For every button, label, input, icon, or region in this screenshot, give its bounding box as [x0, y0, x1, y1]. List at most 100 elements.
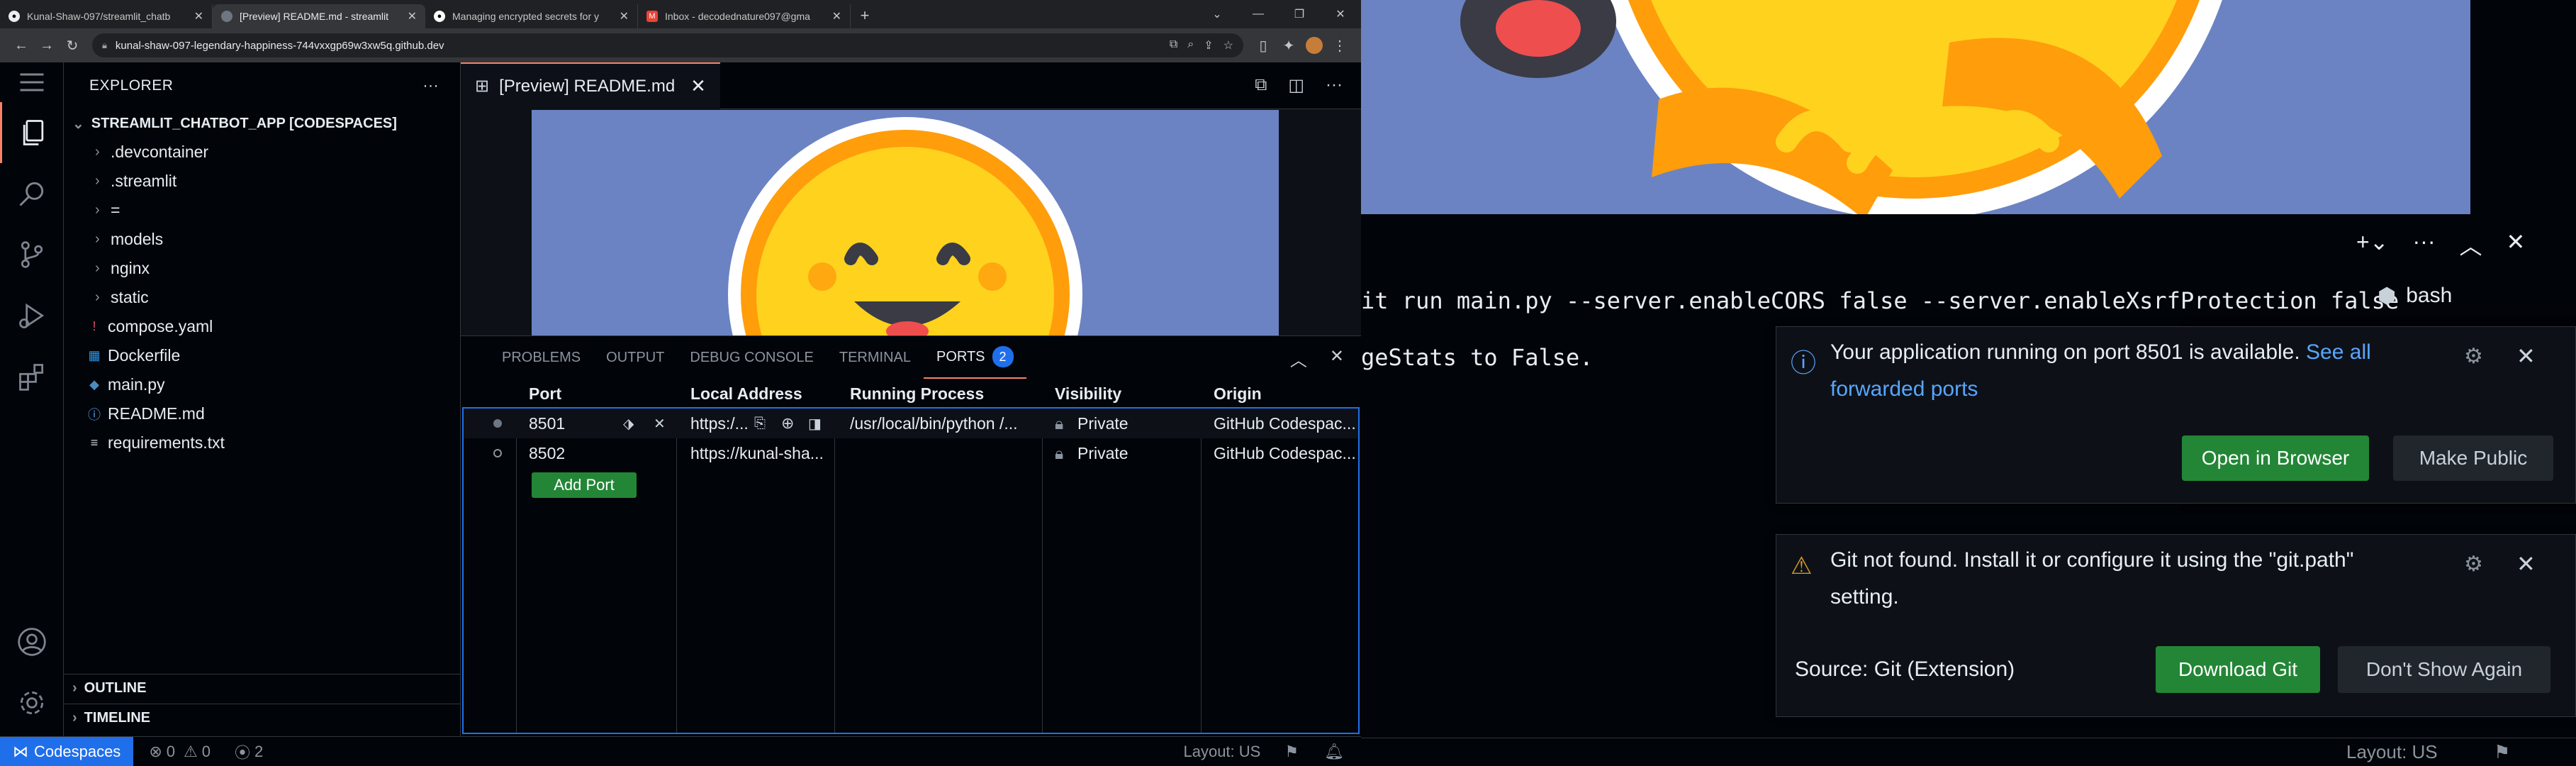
workspace-root[interactable]: ⌄ STREAMLIT_CHATBOT_APP [CODESPACES] — [64, 109, 460, 138]
tree-item-file[interactable]: ◆ main.py — [64, 370, 460, 399]
gear-icon[interactable]: ⚙ — [2464, 552, 2483, 577]
tree-item-folder[interactable]: › static — [64, 283, 460, 312]
tab-terminal[interactable]: TERMINAL — [827, 336, 924, 379]
tree-item-file[interactable]: ! compose.yaml — [64, 312, 460, 341]
column-header-visibility[interactable]: Visibility — [1055, 384, 1121, 404]
chevron-up-icon[interactable]: ︿ — [1290, 346, 1307, 371]
table-row[interactable]: 8501 ⬗ ✕ https:/... ⎘ ⊕ ◨ /usr/local/bin… — [464, 409, 1358, 438]
tree-item-folder[interactable]: › models — [64, 225, 460, 254]
more-actions-icon[interactable]: ··· — [2413, 228, 2436, 261]
editor-tab-readme-preview[interactable]: ⊞ [Preview] README.md ✕ — [461, 62, 720, 109]
close-icon[interactable]: ✕ — [2516, 343, 2536, 370]
feedback-icon[interactable]: ⚑ — [1284, 743, 1299, 761]
account-icon[interactable] — [0, 611, 64, 672]
keyboard-layout[interactable]: Layout: US — [2346, 741, 2438, 763]
share-icon[interactable]: ⇪ — [1204, 38, 1213, 52]
column-header-origin[interactable]: Origin — [1214, 384, 1262, 404]
warning-count[interactable]: 0 — [202, 743, 211, 761]
warning-icon[interactable]: ⚠ — [184, 743, 198, 761]
browser-tab[interactable]: ● Kunal-Shaw-097/streamlit_chatb ✕ — [0, 4, 213, 28]
feedback-icon[interactable]: ⚑ — [2494, 741, 2510, 763]
visibility[interactable]: Private — [1077, 444, 1129, 463]
star-icon[interactable]: ☆ — [1223, 38, 1233, 52]
gear-icon[interactable]: ⚙ — [2464, 344, 2483, 369]
local-address[interactable]: https://kunal-sha... — [690, 444, 832, 463]
label-icon[interactable]: ⬗ — [623, 415, 634, 433]
explorer-icon[interactable] — [0, 102, 64, 163]
close-icon[interactable]: ✕ — [1330, 346, 1344, 371]
open-in-browser-button[interactable]: Open in Browser — [2182, 435, 2369, 481]
forwarded-ports-link[interactable]: forwarded ports — [1830, 377, 1978, 401]
tree-item-folder[interactable]: › nginx — [64, 254, 460, 283]
close-icon[interactable]: ✕ — [194, 9, 203, 23]
close-icon[interactable]: ✕ — [620, 9, 629, 23]
tab-debug-console[interactable]: DEBUG CONSOLE — [677, 336, 826, 379]
minimize-icon[interactable]: — — [1238, 0, 1279, 28]
timeline-section[interactable]: › TIMELINE — [64, 704, 461, 732]
see-all-link[interactable]: See all — [2306, 340, 2371, 364]
remote-indicator[interactable]: ⋈ Codespaces — [0, 736, 134, 766]
gear-icon[interactable] — [0, 672, 64, 733]
error-count[interactable]: 0 — [167, 743, 175, 761]
more-actions-icon[interactable]: ··· — [1326, 75, 1343, 96]
table-row[interactable]: 8502 https://kunal-sha... 🔒︎ Private Git… — [464, 438, 1358, 468]
search-icon[interactable] — [0, 163, 64, 224]
forward-icon[interactable]: → — [34, 33, 60, 58]
add-terminal-icon[interactable]: +⌄ — [2356, 228, 2389, 261]
close-icon[interactable]: ✕ — [408, 9, 417, 23]
preview-icon[interactable]: ◨ — [808, 415, 822, 433]
split-editor-icon[interactable]: ◫ — [1288, 75, 1304, 96]
keyboard-layout[interactable]: Layout: US — [1183, 743, 1260, 761]
globe-icon[interactable]: ⊕ — [781, 414, 794, 433]
new-tab-button[interactable]: + — [851, 4, 879, 28]
column-header-port[interactable]: Port — [529, 384, 561, 404]
bell-icon[interactable]: 🔔︎ — [1324, 743, 1344, 761]
close-icon[interactable]: ✕ — [654, 415, 666, 433]
column-header-local-address[interactable]: Local Address — [690, 384, 802, 404]
tree-item-folder[interactable]: › .streamlit — [64, 167, 460, 196]
chevron-down-icon[interactable]: ⌄ — [1197, 0, 1238, 28]
browser-tab[interactable]: ● Managing encrypted secrets for y ✕ — [425, 4, 638, 28]
close-icon[interactable]: ✕ — [2516, 550, 2536, 577]
avatar[interactable] — [1301, 33, 1327, 58]
browser-tab-active[interactable]: [Preview] README.md - streamlit ✕ — [213, 4, 425, 28]
download-git-button[interactable]: Download Git — [2156, 646, 2320, 693]
add-port-button[interactable]: Add Port — [532, 472, 637, 498]
ports-count[interactable]: 2 — [254, 743, 263, 761]
ports-icon[interactable]: ⦿ — [235, 740, 250, 763]
dont-show-again-button[interactable]: Don't Show Again — [2338, 646, 2550, 693]
close-icon[interactable]: ✕ — [690, 75, 706, 97]
local-address[interactable]: https:/... — [690, 414, 754, 433]
restore-icon[interactable]: ❐ — [1279, 0, 1320, 28]
source-control-icon[interactable] — [0, 224, 64, 285]
close-icon[interactable]: ✕ — [832, 9, 841, 23]
make-public-button[interactable]: Make Public — [2393, 435, 2553, 481]
close-icon[interactable]: ✕ — [1320, 0, 1361, 28]
menu-icon[interactable] — [0, 62, 64, 102]
browser-tab[interactable]: M Inbox - decodednature097@gma ✕ — [638, 4, 851, 28]
copy-icon[interactable]: ⎘ — [754, 416, 766, 432]
tab-output[interactable]: OUTPUT — [593, 336, 677, 379]
visibility[interactable]: Private — [1077, 414, 1129, 433]
menu-icon[interactable]: ⋮ — [1327, 33, 1353, 58]
tree-item-file[interactable]: ⓘ README.md — [64, 399, 460, 428]
address-bar[interactable]: 🔒︎ kunal-shaw-097-legendary-happiness-74… — [92, 33, 1243, 57]
tree-item-file[interactable]: ▦ Dockerfile — [64, 341, 460, 370]
tab-problems[interactable]: PROBLEMS — [489, 336, 593, 379]
terminal-list-item-bash[interactable]: ⬢ bash — [2368, 274, 2576, 317]
tab-ports[interactable]: PORTS 2 — [923, 336, 1026, 379]
open-source-icon[interactable]: ⧉ — [1255, 75, 1267, 96]
chevron-up-icon[interactable]: ︿ — [2459, 228, 2482, 261]
zoom-icon[interactable]: ⌕ — [1187, 38, 1194, 52]
sidepanel-icon[interactable]: ▯ — [1250, 33, 1276, 58]
back-icon[interactable]: ← — [9, 33, 34, 58]
outline-section[interactable]: › OUTLINE — [64, 674, 461, 702]
run-debug-icon[interactable] — [0, 285, 64, 346]
extensions-icon[interactable] — [0, 346, 64, 407]
tree-item-folder[interactable]: › .devcontainer — [64, 138, 460, 167]
more-actions-icon[interactable]: ··· — [423, 77, 439, 94]
reload-icon[interactable]: ↻ — [60, 33, 85, 58]
tree-item-folder[interactable]: › = — [64, 196, 460, 225]
close-icon[interactable]: ✕ — [2506, 228, 2525, 261]
column-header-running-process[interactable]: Running Process — [850, 384, 984, 404]
